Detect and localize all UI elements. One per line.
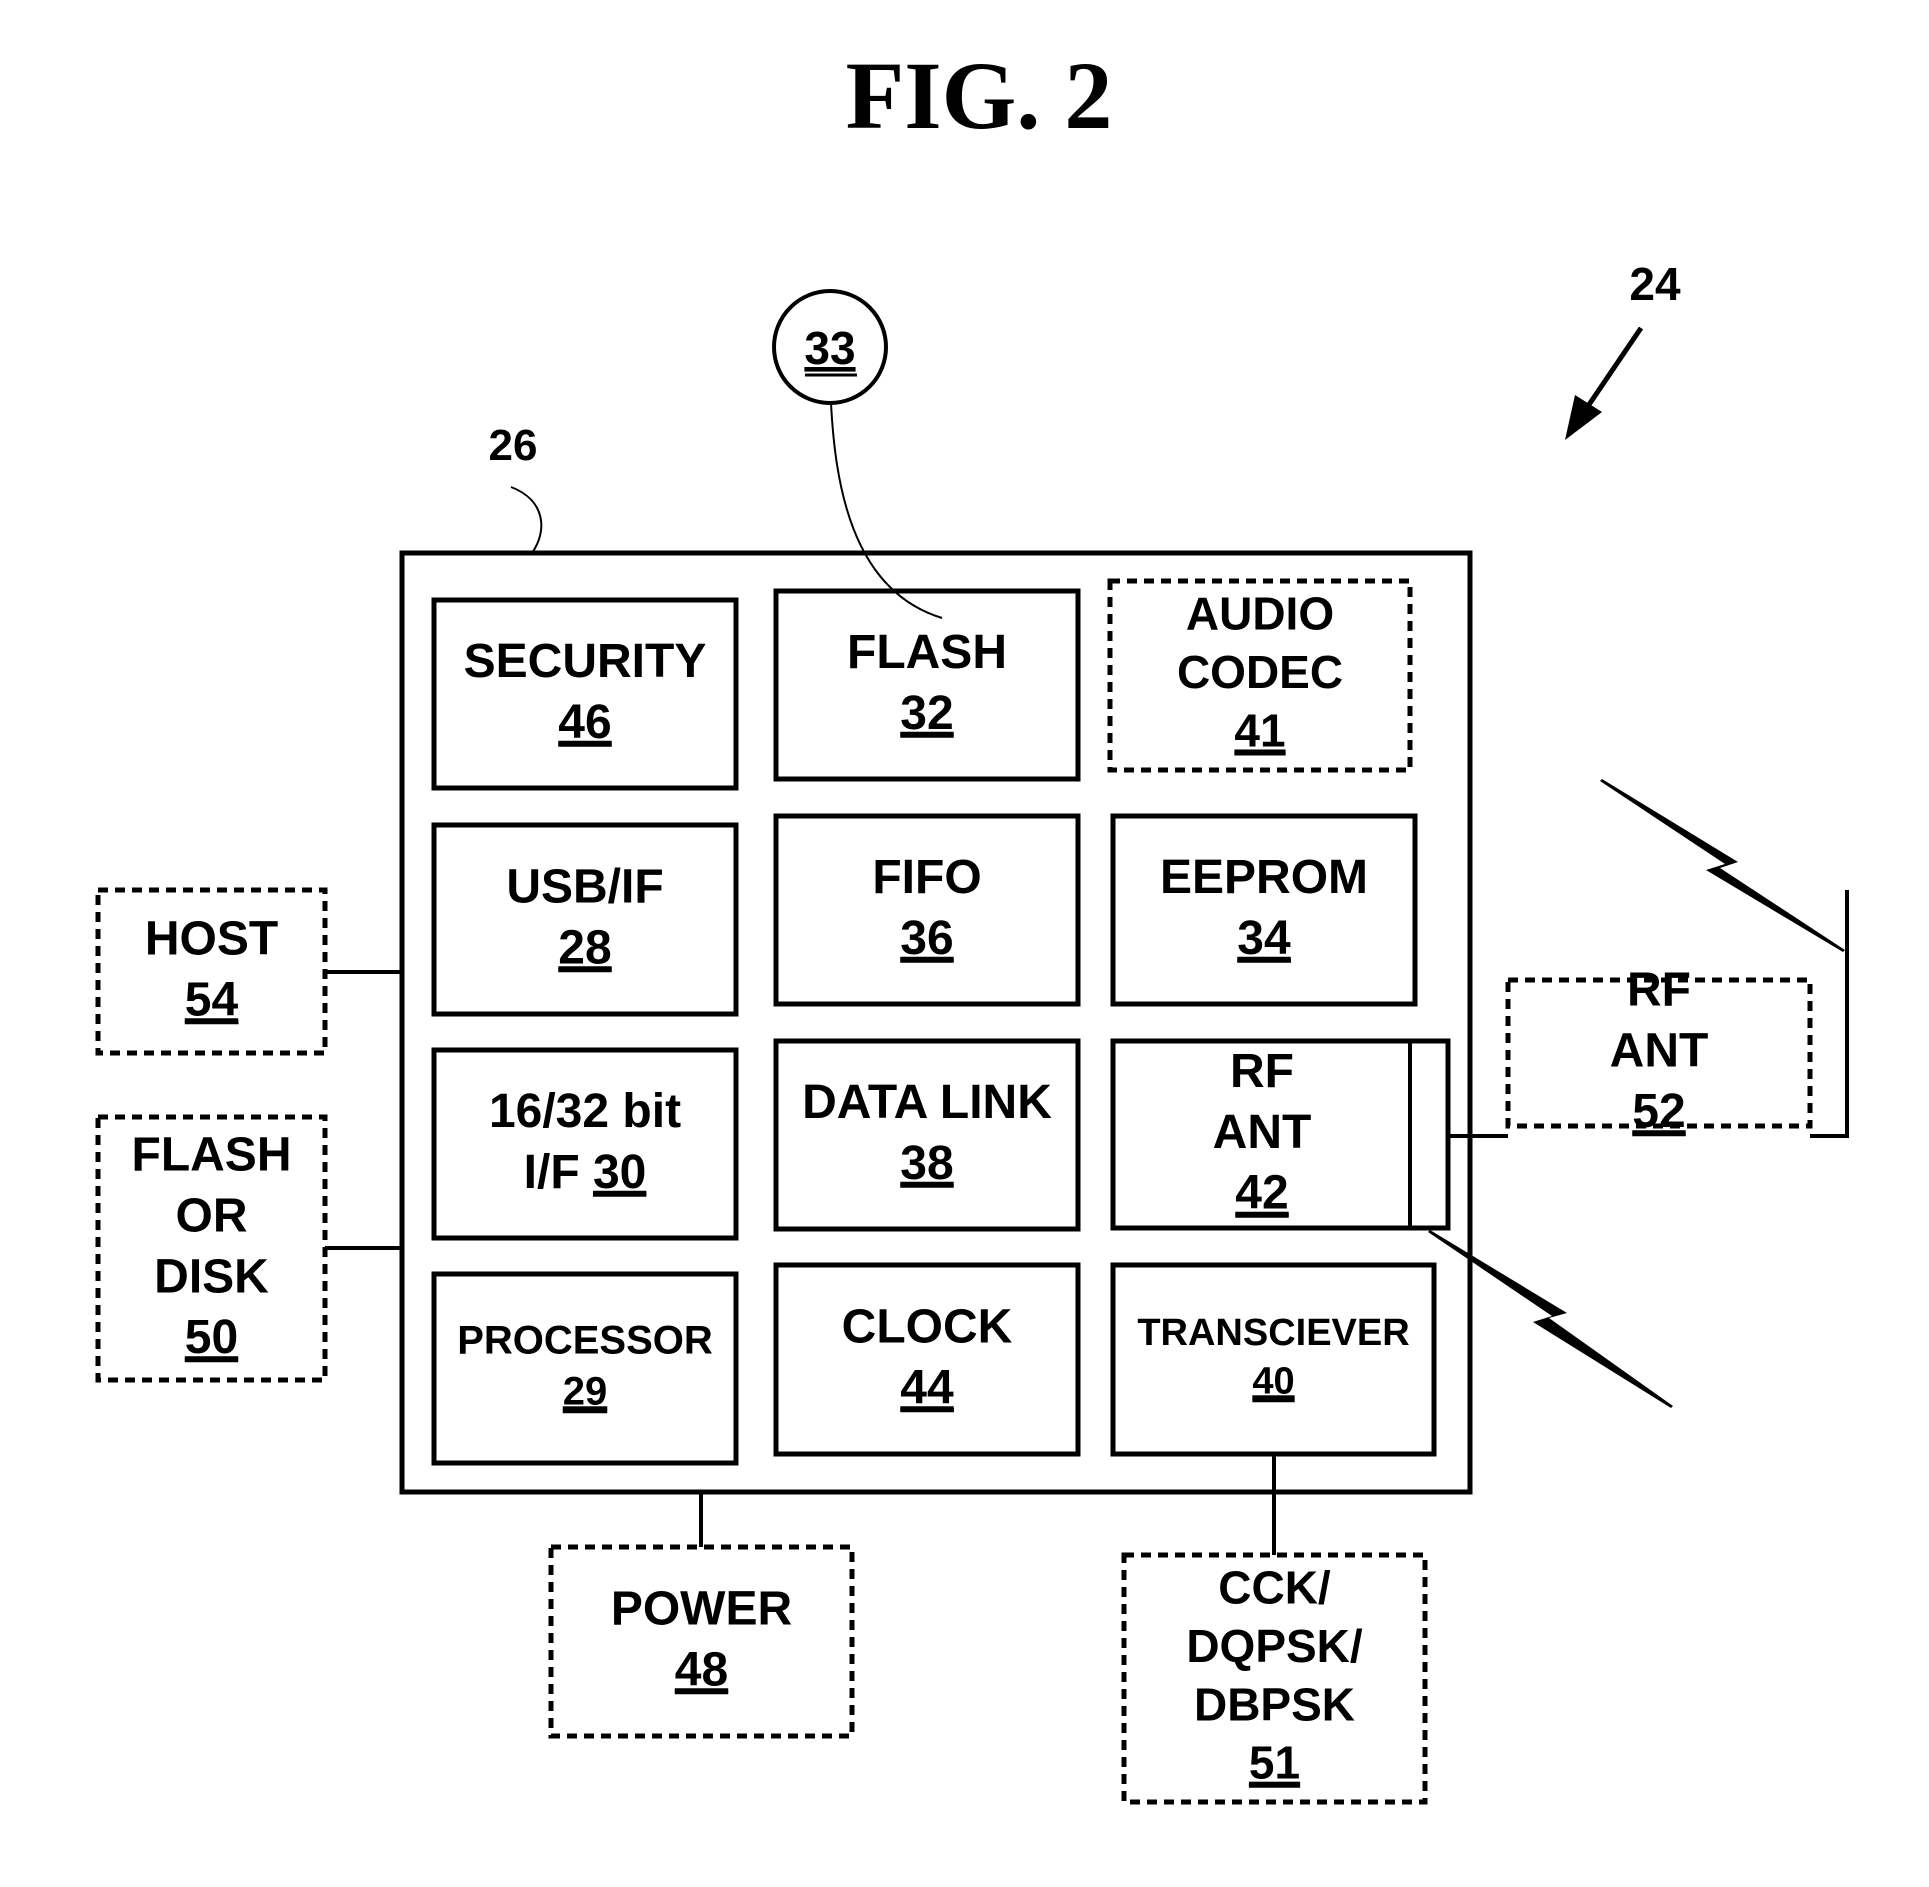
- rf-ant-external-ref: 52: [1632, 1085, 1685, 1138]
- rf-ant-internal-label: ANT: [1213, 1106, 1312, 1159]
- modulation-label: DQPSK/: [1186, 1620, 1363, 1672]
- data-link-block: DATA LINK 38: [773, 1038, 1081, 1232]
- rf-ant-internal-label: RF: [1230, 1045, 1294, 1098]
- flash-label: FLASH: [847, 626, 1007, 679]
- data-link-label: DATA LINK: [802, 1076, 1052, 1129]
- security-block: SECURITY 46: [431, 597, 739, 791]
- rf-ant-external-label: RF: [1627, 963, 1691, 1016]
- power-reference-number: 48: [675, 1643, 728, 1696]
- data-link-ref: 38: [900, 1137, 953, 1190]
- data-link-reference-number: 38: [900, 1137, 953, 1190]
- eeprom-ref: 34: [1237, 912, 1291, 965]
- eeprom-block: EEPROM 34: [1110, 813, 1418, 1007]
- transceiver-ref: 40: [1252, 1360, 1294, 1402]
- callout-reference-label: 33: [804, 322, 855, 374]
- host-ref: 54: [185, 973, 239, 1026]
- flash-or-disk-label: FLASH: [132, 1128, 292, 1181]
- eeprom-outline: [1110, 813, 1418, 1007]
- rf-ant-internal-block: RF ANT 42: [1110, 1038, 1451, 1231]
- transceiver-label: TRANSCIEVER: [1137, 1312, 1409, 1354]
- audio-codec-label: CODEC: [1177, 646, 1343, 698]
- rf-ant-external-block: RF ANT 52: [1505, 963, 1813, 1138]
- bus-interface-outline: [431, 1047, 739, 1241]
- rf-ant-external-reference-number: 52: [1632, 1085, 1685, 1138]
- fifo-label: FIFO: [872, 851, 981, 904]
- clock-block: CLOCK 44: [773, 1262, 1081, 1457]
- wireless-signal-upper-icon: [1600, 779, 1845, 952]
- flash-block: FLASH 32: [773, 588, 1081, 782]
- security-ref: 46: [558, 696, 611, 749]
- power-label: POWER: [611, 1582, 792, 1635]
- fifo-ref: 36: [900, 912, 953, 965]
- modulation-reference-number: 51: [1249, 1737, 1300, 1789]
- processor-block: PROCESSOR 29: [431, 1271, 739, 1466]
- clock-ref: 44: [900, 1361, 954, 1414]
- module-reference-label: 26: [489, 421, 538, 470]
- flash-outline: [773, 588, 1081, 782]
- data-link-outline: [773, 1038, 1081, 1232]
- block-diagram: FIG. 2 24 26 33 SECURITY 46 FLASH 32 AUDIO CO…: [95, 42, 1849, 1805]
- bus-interface-label-prefix: I/F: [524, 1146, 593, 1199]
- clock-reference-number: 44: [900, 1361, 954, 1414]
- host-label: HOST: [145, 912, 278, 965]
- flash-or-disk-label: OR: [176, 1189, 248, 1242]
- modulation-label: CCK/: [1218, 1561, 1331, 1613]
- modulation-label: DBPSK: [1194, 1678, 1355, 1730]
- fifo-outline: [773, 813, 1081, 1007]
- rf-ant-internal-ref: 42: [1235, 1167, 1288, 1220]
- rf-ant-external-label: ANT: [1610, 1024, 1709, 1077]
- power-outline: [548, 1544, 855, 1739]
- security-outline: [431, 597, 739, 791]
- fifo-reference-number: 36: [900, 912, 953, 965]
- security-label: SECURITY: [464, 635, 707, 688]
- connection-wires: [325, 890, 1849, 1555]
- eeprom-label: EEPROM: [1160, 851, 1368, 904]
- callout-leader: [830, 402, 943, 619]
- device-reference-arrow: [1565, 326, 1644, 440]
- bus-interface-ref: 30: [593, 1146, 646, 1199]
- modulation-ref: 51: [1249, 1737, 1300, 1789]
- flash-reference-number: 32: [900, 687, 953, 740]
- figure-title: FIG. 2: [846, 42, 1113, 149]
- usb-if-label: USB/IF: [506, 860, 663, 913]
- rf-ant-internal-reference-number: 42: [1235, 1167, 1288, 1220]
- audio-codec-block: AUDIO CODEC 41: [1107, 578, 1413, 773]
- flash-or-disk-block: FLASH OR DISK 50: [95, 1114, 328, 1383]
- bus-interface-label: 16/32 bit: [489, 1085, 681, 1138]
- module-reference-leader: [510, 486, 543, 554]
- processor-ref: 29: [563, 1369, 608, 1413]
- bus-interface-block: 16/32 bit I/F 30: [431, 1047, 739, 1241]
- usb-if-outline: [431, 822, 739, 1017]
- device-reference-label: 24: [1629, 258, 1681, 310]
- fifo-block: FIFO 36: [773, 813, 1081, 1007]
- flash-ref: 32: [900, 687, 953, 740]
- audio-codec-label: AUDIO: [1186, 588, 1334, 640]
- host-reference-number: 54: [185, 973, 239, 1026]
- flash-or-disk-reference-number: 50: [185, 1311, 238, 1364]
- power-ref: 48: [675, 1643, 728, 1696]
- transceiver-block: TRANSCIEVER 40: [1110, 1262, 1437, 1457]
- power-block: POWER 48: [548, 1544, 855, 1739]
- security-reference-number: 46: [558, 696, 611, 749]
- clock-outline: [773, 1262, 1081, 1457]
- processor-label: PROCESSOR: [457, 1319, 713, 1363]
- bus-interface-reference-number: I/F 30: [524, 1146, 647, 1199]
- wireless-signal-lower-icon: [1428, 1230, 1673, 1408]
- processor-reference-number: 29: [563, 1369, 608, 1413]
- modulation-block: CCK/DQPSK/DBPSK 51: [1121, 1552, 1428, 1805]
- host-block: HOST 54: [95, 887, 328, 1056]
- transceiver-reference-number: 40: [1252, 1360, 1294, 1402]
- antenna-mast: [1810, 890, 1849, 1138]
- usb-if-reference-number: 28: [558, 921, 611, 974]
- blocks-layer: SECURITY 46 FLASH 32 AUDIO CODEC 41 USB/IF 28 FIF…: [95, 578, 1813, 1805]
- audio-codec-ref: 41: [1234, 704, 1285, 756]
- audio-codec-reference-number: 41: [1234, 704, 1285, 756]
- usb-if-ref: 28: [558, 921, 611, 974]
- usb-if-block: USB/IF 28: [431, 822, 739, 1017]
- flash-or-disk-ref: 50: [185, 1311, 238, 1364]
- eeprom-reference-number: 34: [1237, 912, 1291, 965]
- clock-label: CLOCK: [842, 1300, 1013, 1353]
- flash-or-disk-label: DISK: [154, 1250, 269, 1303]
